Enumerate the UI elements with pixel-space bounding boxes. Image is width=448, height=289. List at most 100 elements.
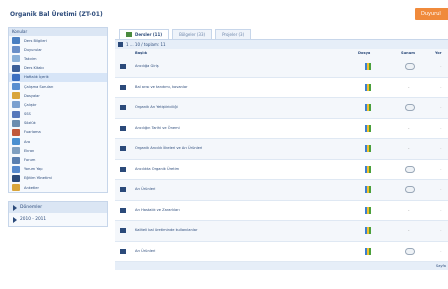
sidebar-item-label: Dosyalar	[24, 93, 40, 98]
row-title-link[interactable]: Arı Hastalık ve Zararlıları	[135, 208, 180, 212]
play-icon	[13, 216, 17, 223]
presentation-icon[interactable]	[405, 165, 415, 173]
sidebar-item[interactable]: Takvim	[9, 54, 107, 63]
comments-dash: -	[440, 105, 442, 110]
questions-icon	[12, 83, 20, 91]
comments-dash: -	[440, 84, 442, 90]
row-title-link[interactable]: Kaliteli bal üretiminde kullanılanlar	[135, 228, 197, 232]
sidebar-item-label: Eğitim Yönetimi	[24, 176, 52, 181]
tab-label: Dersler (11)	[135, 32, 163, 37]
expand-icon	[13, 204, 17, 211]
sidebar-item-label: Sözlük	[24, 121, 36, 126]
sidebar-item[interactable]: Ders Kitabı	[9, 64, 107, 73]
sidebar-item[interactable]: Duyurular	[9, 45, 107, 54]
info-icon	[12, 37, 20, 45]
column-file[interactable]: Dosya	[358, 51, 370, 55]
table-row: Arı Hastalık ve Zararlıları - -	[115, 201, 448, 221]
tab-label: Projeler (3)	[222, 32, 245, 37]
tab[interactable]: Bölgeler (33)	[172, 29, 213, 39]
presentation-icon[interactable]	[405, 247, 415, 255]
sidebar-item-label: Çalıştır	[24, 102, 37, 107]
lessons-icon	[126, 32, 132, 37]
file-icon[interactable]	[365, 63, 371, 70]
presentation-icon[interactable]	[405, 63, 415, 70]
file-icon[interactable]	[365, 227, 371, 234]
presentation-icon[interactable]	[405, 104, 415, 111]
sidebar-item-label: Ekran	[24, 148, 35, 153]
sidebar-menu: Konular Ders Bilgileri Duyurular Takvim Der…	[8, 27, 108, 194]
sidebar-item[interactable]: Eğitim Yönetimi	[9, 174, 107, 183]
presentation-icon[interactable]	[405, 186, 415, 193]
row-title-link[interactable]: Bal arısı ve tanıtımı, kovanlar	[135, 85, 188, 89]
file-icon[interactable]	[365, 104, 371, 111]
row-title-link[interactable]: Arıcılığın Tarihi ve Önemi	[135, 126, 180, 130]
run-icon	[12, 101, 20, 109]
sidebar-menu-title: Konular	[9, 28, 107, 36]
sidebar-item[interactable]: Forum	[9, 155, 107, 164]
comments-dash: -	[440, 187, 442, 192]
dictionary-icon	[12, 119, 20, 127]
sidebar-item[interactable]: Ekran	[9, 146, 107, 155]
lesson-icon	[120, 84, 126, 90]
sidebar-item[interactable]: Dosyalar	[9, 91, 107, 100]
sidebar-item-label: Anketler	[24, 185, 39, 190]
file-icon[interactable]	[365, 165, 371, 173]
no-presentation-dash: -	[408, 207, 410, 213]
table-footer: Sayfa	[115, 262, 448, 270]
sidebar-item-label: Ders Kitabı	[24, 66, 44, 71]
faq-icon	[12, 110, 20, 118]
sidebar-item[interactable]: Haftalık İçerik	[9, 72, 107, 82]
sidebar-item[interactable]: Anketler	[9, 183, 107, 192]
list-icon	[118, 42, 123, 47]
sidebar-item[interactable]: SSS	[9, 110, 107, 119]
row-title-link[interactable]: Arı Ürünleri	[135, 187, 155, 191]
row-title-link[interactable]: Organik Arı Yetiştiriciliği	[135, 105, 178, 109]
table-row: Kaliteli bal üretiminde kullanılanlar - -	[115, 221, 448, 242]
file-icon[interactable]	[365, 145, 371, 152]
comments-dash: -	[440, 166, 442, 172]
table-row: Bal arısı ve tanıtımı, kovanlar - -	[115, 78, 448, 98]
column-title[interactable]: Başlık	[135, 51, 147, 55]
sidebar-item[interactable]: Ders Bilgileri	[9, 36, 107, 45]
file-icon[interactable]	[365, 206, 371, 214]
comments-dash: -	[440, 146, 442, 151]
announcements-button[interactable]: Duyurul	[415, 8, 448, 20]
tab[interactable]: Dersler (11)	[119, 29, 170, 39]
file-icon[interactable]	[365, 124, 371, 132]
row-title-link[interactable]: Arıcılıkta Organik Üretim	[135, 167, 179, 171]
folder-icon	[12, 92, 20, 100]
column-presentation[interactable]: Sunum	[401, 51, 415, 55]
row-title-link[interactable]: Organik Arıcılık İlkeleri ve Arı Ürünler…	[135, 146, 202, 150]
lesson-icon	[120, 187, 126, 192]
table-row: Arı Ürünleri -	[115, 180, 448, 201]
sidebar-item[interactable]: Çalışma Soruları	[9, 82, 107, 91]
no-presentation-dash: -	[408, 228, 410, 233]
file-icon[interactable]	[365, 247, 371, 255]
row-title-link[interactable]: Arı Ürünleri	[135, 249, 155, 253]
comment-icon	[12, 165, 20, 173]
sidebar-item-label: Yorum Yap	[24, 167, 43, 172]
sidebar-item[interactable]: Fuarlama	[9, 128, 107, 137]
file-icon[interactable]	[365, 83, 371, 91]
no-presentation-dash: -	[408, 84, 410, 90]
lesson-icon	[120, 248, 126, 254]
sidebar-item[interactable]: Ara	[9, 137, 107, 146]
tab[interactable]: Projeler (3)	[215, 29, 252, 39]
lesson-icon	[120, 105, 126, 110]
sidebar-item-label: Ders Bilgileri	[24, 38, 47, 43]
file-icon[interactable]	[365, 186, 371, 193]
lesson-icon	[120, 166, 126, 172]
period-item[interactable]: 2010 - 2011	[9, 213, 107, 226]
table-row: Arıcılıkta Organik Üretim -	[115, 160, 448, 180]
comments-dash: -	[440, 207, 442, 213]
admin-icon	[12, 174, 20, 182]
column-comments[interactable]: Yor	[435, 51, 442, 55]
sidebar-item[interactable]: Sözlük	[9, 119, 107, 128]
table-row: Arıcılığın Tarihi ve Önemi - -	[115, 119, 448, 139]
book-icon	[12, 64, 20, 72]
search-icon	[12, 138, 20, 146]
row-title-link[interactable]: Arıcılığa Giriş	[135, 64, 159, 68]
period-panel-header[interactable]: Dönemler	[9, 202, 107, 214]
sidebar-item[interactable]: Yorum Yap	[9, 165, 107, 174]
sidebar-item[interactable]: Çalıştır	[9, 100, 107, 109]
